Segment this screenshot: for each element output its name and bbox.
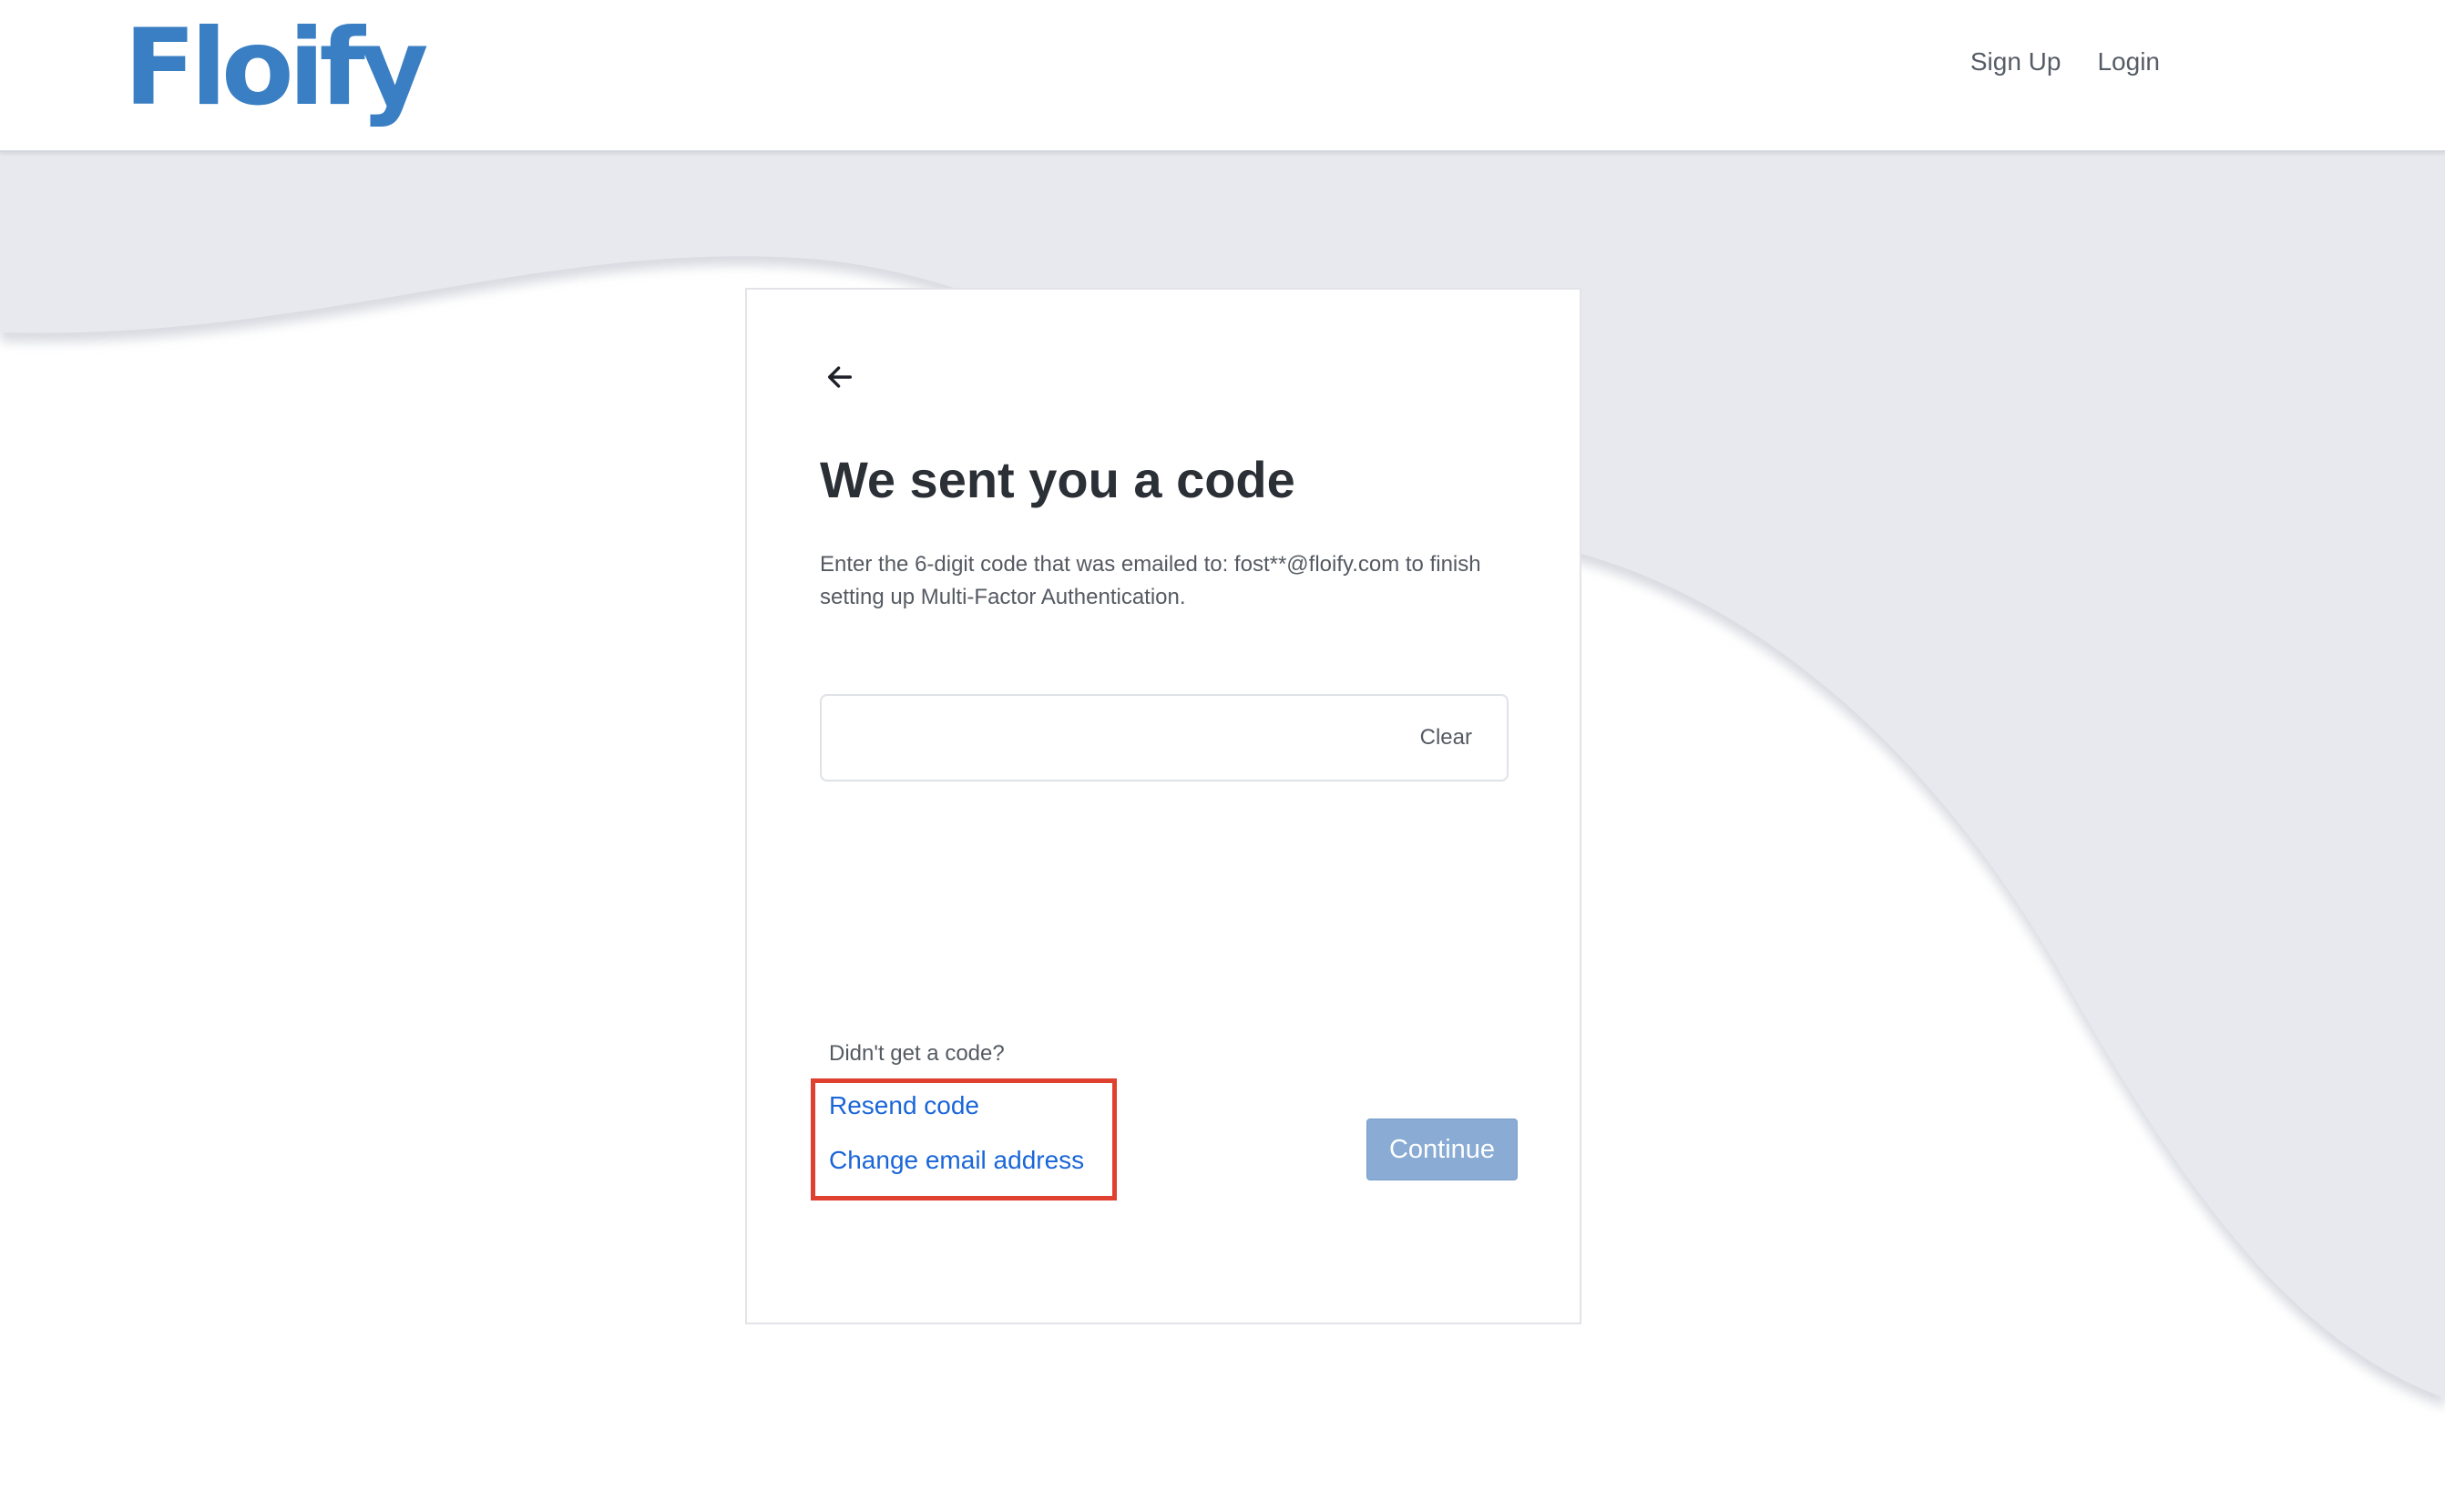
page-title: We sent you a code bbox=[820, 451, 1295, 508]
arrow-left-icon bbox=[827, 366, 853, 388]
resend-code-link[interactable]: Resend code bbox=[829, 1091, 979, 1120]
instructions-text: Enter the 6-digit code that was emailed … bbox=[820, 552, 1481, 609]
sign-up-link[interactable]: Sign Up bbox=[1970, 47, 2061, 77]
verification-card: We sent you a code Enter the 6-digit cod… bbox=[745, 288, 1581, 1324]
page: Floify Sign Up Login We sent you a code … bbox=[0, 0, 2445, 1512]
top-navigation-bar: Floify Sign Up Login bbox=[0, 0, 2445, 152]
code-field: Clear bbox=[820, 694, 1509, 782]
logo-text: Floify bbox=[124, 6, 429, 129]
no-code-prompt: Didn't get a code? bbox=[829, 1041, 1005, 1066]
change-email-link[interactable]: Change email address bbox=[829, 1146, 1084, 1175]
continue-button[interactable]: Continue bbox=[1366, 1119, 1518, 1180]
header-nav: Sign Up Login bbox=[1970, 47, 2160, 77]
floify-logo[interactable]: Floify bbox=[124, 0, 429, 137]
code-input[interactable] bbox=[840, 712, 1354, 765]
login-link[interactable]: Login bbox=[2097, 47, 2160, 77]
clear-button[interactable]: Clear bbox=[1420, 725, 1472, 751]
back-button[interactable] bbox=[818, 355, 862, 399]
